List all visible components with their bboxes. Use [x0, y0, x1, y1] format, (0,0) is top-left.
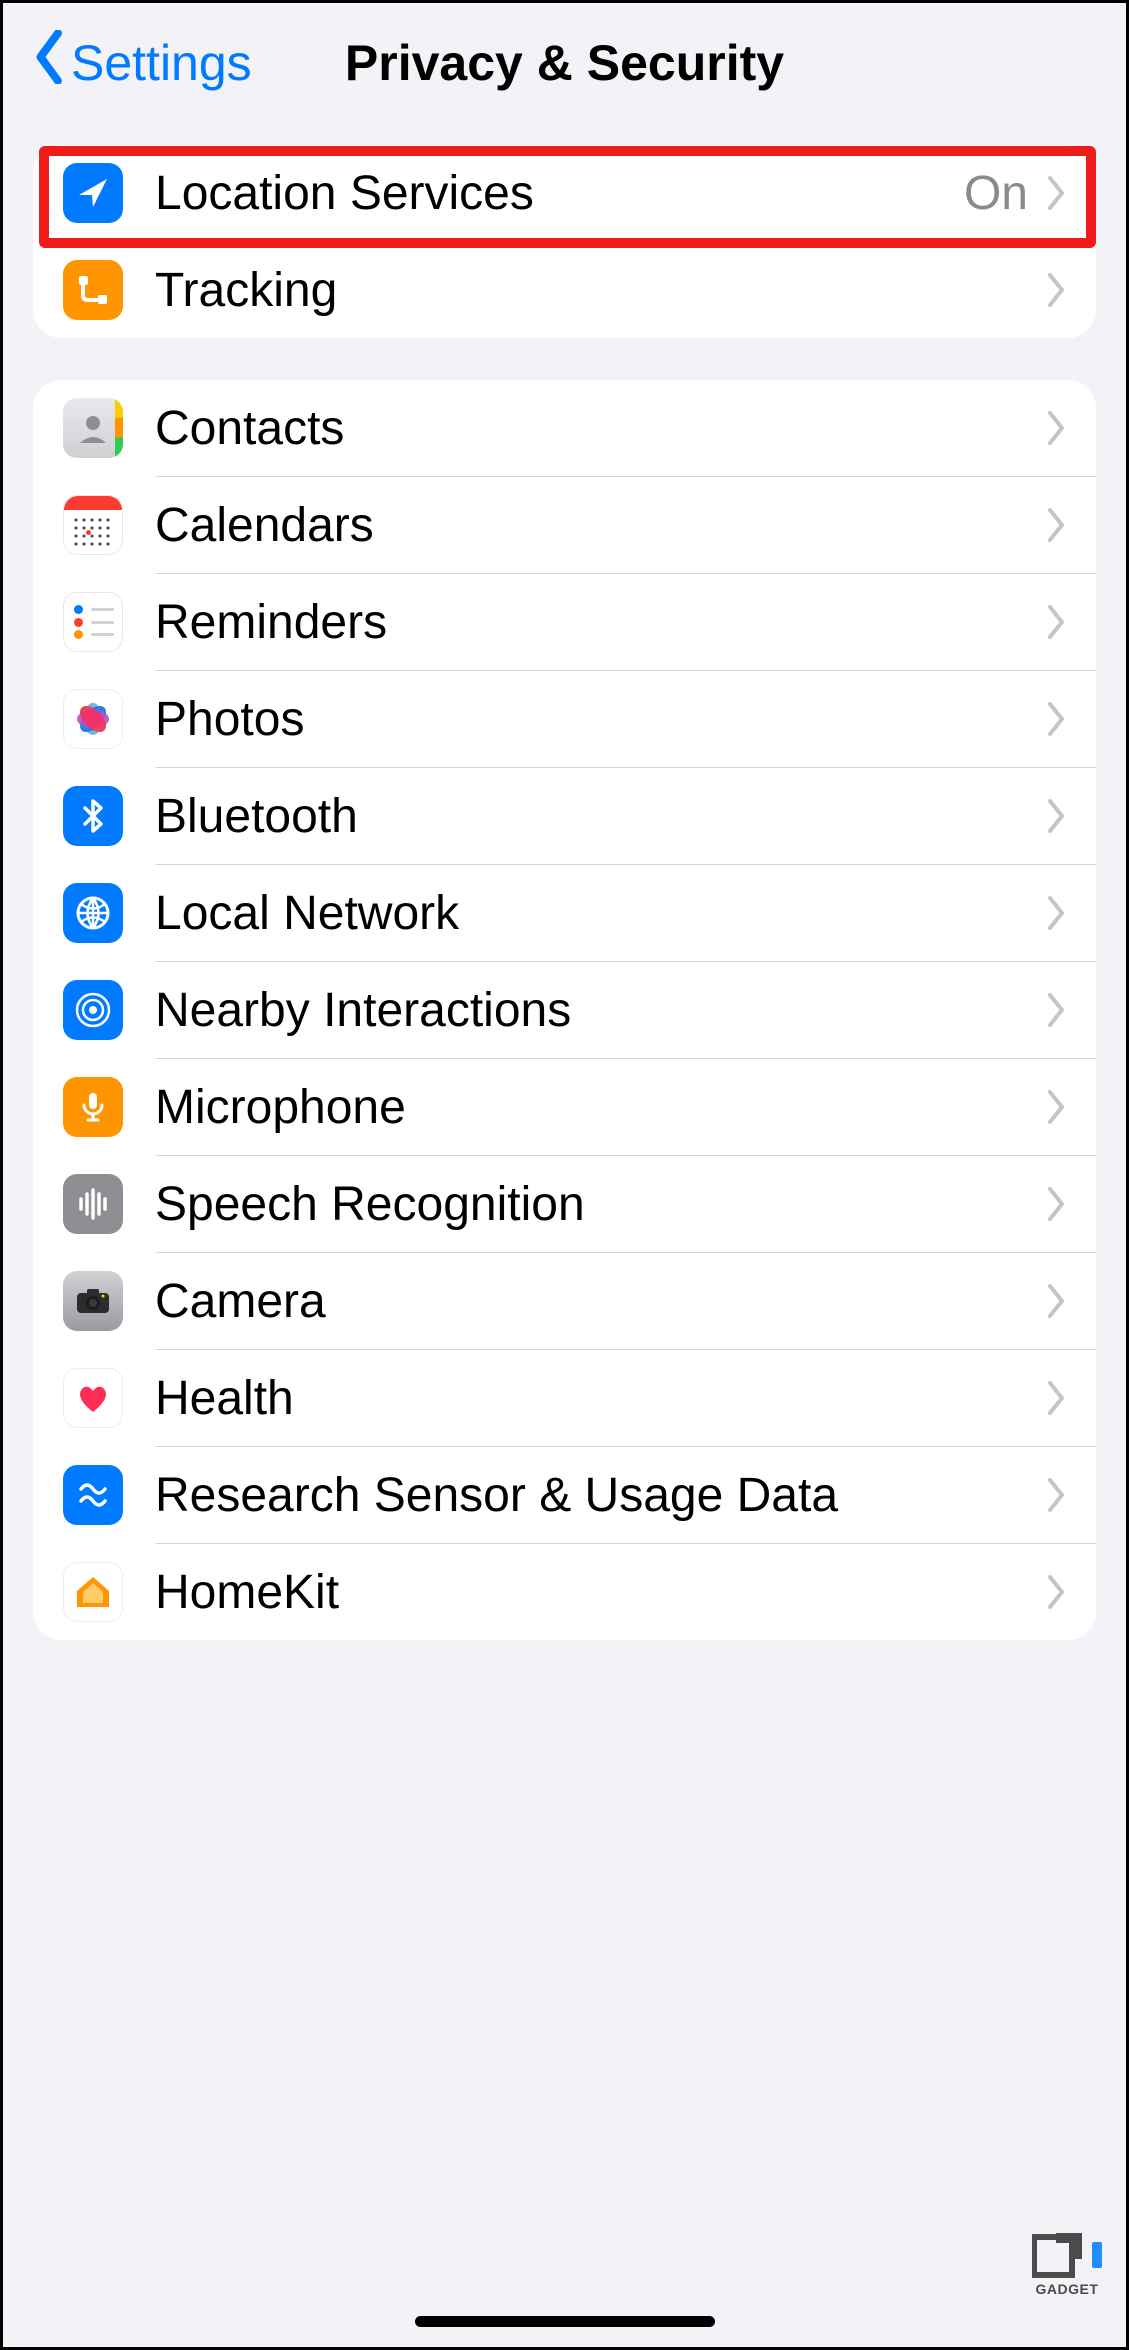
row-reminders[interactable]: Reminders	[33, 574, 1096, 670]
chevron-right-icon	[1046, 273, 1066, 307]
screen: Settings Privacy & Security Location Ser…	[0, 0, 1129, 2350]
row-label: Research Sensor & Usage Data	[155, 1468, 1046, 1523]
chevron-right-icon	[1046, 605, 1066, 639]
chevron-right-icon	[1046, 799, 1066, 833]
row-label: Calendars	[155, 498, 1046, 553]
row-label: HomeKit	[155, 1565, 1046, 1620]
row-label: Health	[155, 1371, 1046, 1426]
row-label: Contacts	[155, 401, 1046, 456]
row-label: Photos	[155, 692, 1046, 747]
row-camera[interactable]: Camera	[33, 1253, 1096, 1349]
reminders-icon	[63, 592, 123, 652]
settings-group-location: Location Services On Tracking	[33, 145, 1096, 338]
row-photos[interactable]: Photos	[33, 671, 1096, 767]
row-label: Camera	[155, 1274, 1046, 1329]
camera-icon	[63, 1271, 123, 1331]
contacts-icon	[63, 398, 123, 458]
chevron-right-icon	[1046, 1381, 1066, 1415]
row-tracking[interactable]: Tracking	[33, 242, 1096, 338]
chevron-right-icon	[1046, 1187, 1066, 1221]
calendar-icon	[63, 495, 123, 555]
microphone-icon	[63, 1077, 123, 1137]
chevron-right-icon	[1046, 1478, 1066, 1512]
row-homekit[interactable]: HomeKit	[33, 1544, 1096, 1640]
heart-icon	[63, 1368, 123, 1428]
chevron-right-icon	[1046, 1575, 1066, 1609]
tracking-icon	[63, 260, 123, 320]
row-bluetooth[interactable]: Bluetooth	[33, 768, 1096, 864]
row-value: On	[964, 166, 1028, 221]
location-arrow-icon	[63, 163, 123, 223]
chevron-right-icon	[1046, 702, 1066, 736]
chevron-right-icon	[1046, 508, 1066, 542]
row-label: Nearby Interactions	[155, 983, 1046, 1038]
chevron-right-icon	[1046, 176, 1066, 210]
row-microphone[interactable]: Microphone	[33, 1059, 1096, 1155]
home-icon	[63, 1562, 123, 1622]
chevron-right-icon	[1046, 993, 1066, 1027]
navbar: Settings Privacy & Security	[3, 3, 1126, 123]
settings-group-apps: Contacts Calendars Reminders	[33, 380, 1096, 1640]
bluetooth-icon	[63, 786, 123, 846]
chevron-right-icon	[1046, 1090, 1066, 1124]
waveform-icon	[63, 1174, 123, 1234]
chevron-left-icon	[33, 30, 67, 96]
row-local-network[interactable]: Local Network	[33, 865, 1096, 961]
watermark-text: GADGET	[1036, 2281, 1099, 2297]
row-health[interactable]: Health	[33, 1350, 1096, 1446]
globe-icon	[63, 883, 123, 943]
row-label: Location Services	[155, 166, 964, 221]
row-nearby-interactions[interactable]: Nearby Interactions	[33, 962, 1096, 1058]
row-label: Reminders	[155, 595, 1046, 650]
row-contacts[interactable]: Contacts	[33, 380, 1096, 476]
chevron-right-icon	[1046, 1284, 1066, 1318]
row-label: Bluetooth	[155, 789, 1046, 844]
chevron-right-icon	[1046, 411, 1066, 445]
research-icon	[63, 1465, 123, 1525]
watermark: GADGET	[1032, 2231, 1102, 2297]
back-label: Settings	[71, 34, 252, 92]
row-label: Microphone	[155, 1080, 1046, 1135]
row-label: Speech Recognition	[155, 1177, 1046, 1232]
row-research[interactable]: Research Sensor & Usage Data	[33, 1447, 1096, 1543]
back-button[interactable]: Settings	[33, 30, 252, 96]
row-speech-recognition[interactable]: Speech Recognition	[33, 1156, 1096, 1252]
chevron-right-icon	[1046, 896, 1066, 930]
watermark-logo-icon	[1032, 2231, 1086, 2279]
row-label: Tracking	[155, 263, 1046, 318]
photos-icon	[63, 689, 123, 749]
row-calendars[interactable]: Calendars	[33, 477, 1096, 573]
row-label: Local Network	[155, 886, 1046, 941]
home-indicator	[415, 2316, 715, 2327]
nearby-icon	[63, 980, 123, 1040]
row-location-services[interactable]: Location Services On	[33, 145, 1096, 241]
